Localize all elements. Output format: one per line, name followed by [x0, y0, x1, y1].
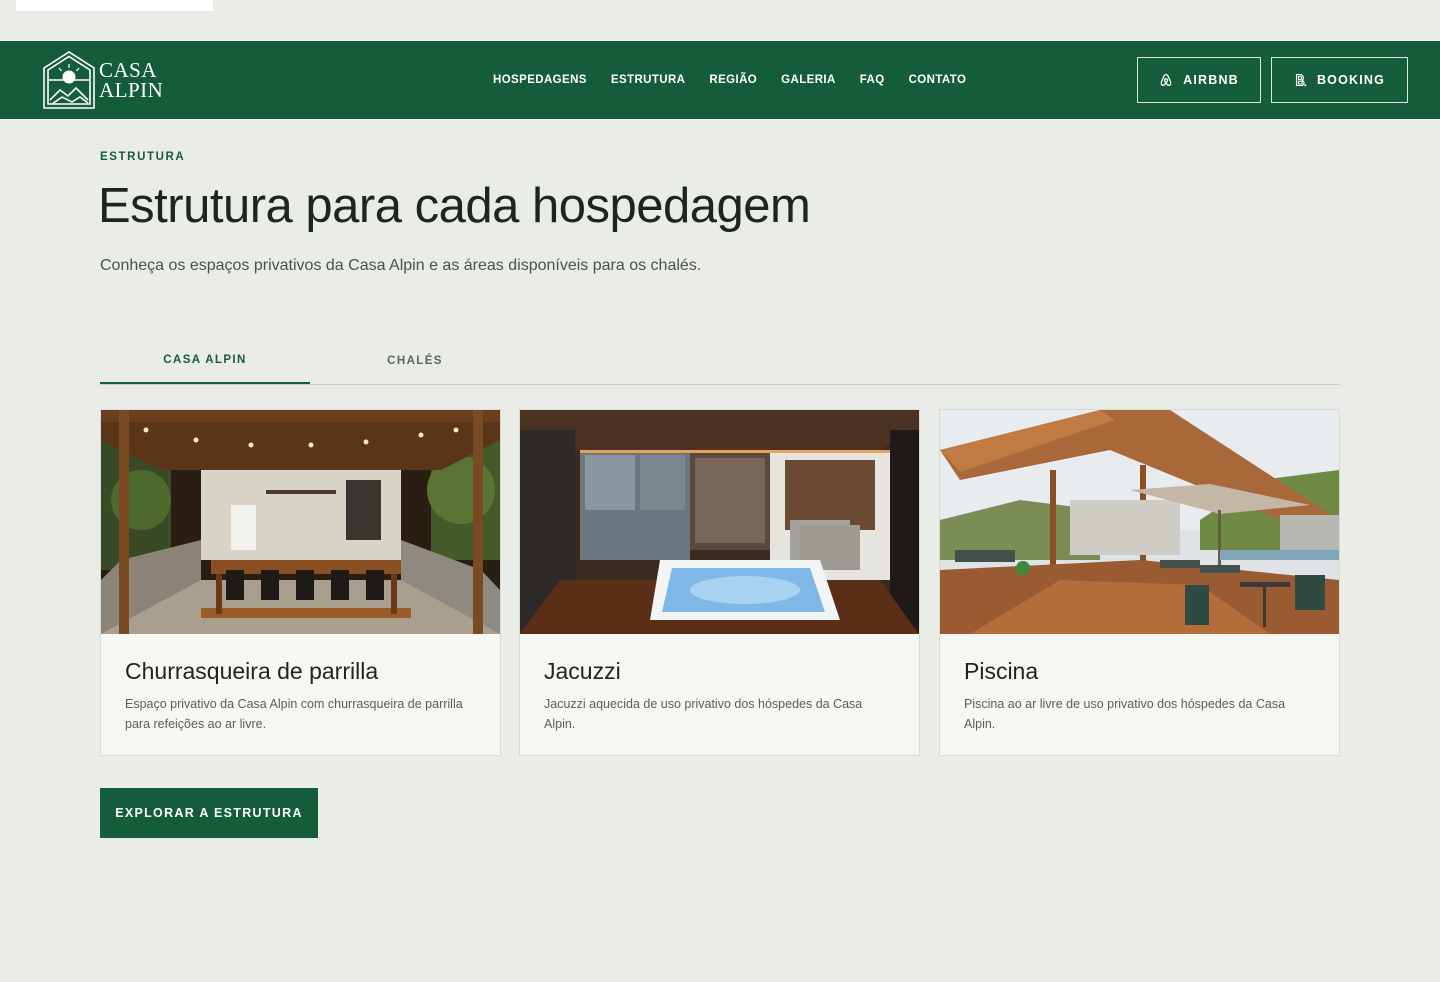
nav-contato[interactable]: CONTATO: [909, 74, 967, 86]
brand-name: CASA ALPIN: [99, 58, 164, 102]
brand-line2: ALPIN: [99, 78, 164, 102]
airbnb-label: AIRBNB: [1183, 73, 1239, 87]
card-churrasqueira[interactable]: Churrasqueira de parrilla Espaço privati…: [100, 409, 501, 756]
nav-hospedagens[interactable]: HOSPEDAGENS: [493, 74, 587, 86]
card-piscina[interactable]: Piscina Piscina ao ar livre de uso priva…: [939, 409, 1340, 756]
card-description: Piscina ao ar livre de uso privativo dos…: [964, 697, 1286, 731]
top-white-bar: [16, 0, 213, 11]
booking-label: BOOKING: [1316, 73, 1386, 87]
section-eyebrow: ESTRUTURA: [100, 151, 186, 163]
main-nav: HOSPEDAGENS ESTRUTURA REGIÃO GALERIA FAQ…: [493, 41, 966, 119]
booking-icon: [1294, 73, 1307, 87]
nav-estrutura[interactable]: ESTRUTURA: [611, 74, 686, 86]
nav-faq[interactable]: FAQ: [860, 74, 885, 86]
card-title: Churrasqueira de parrilla: [125, 658, 379, 684]
card-jacuzzi[interactable]: Jacuzzi Jacuzzi aquecida de uso privativ…: [519, 409, 920, 756]
tab-chales[interactable]: CHALÉS: [310, 337, 520, 384]
casa-alpin-logo-icon: [43, 51, 95, 109]
nav-regiao[interactable]: REGIÃO: [709, 74, 757, 86]
tab-bar: CASA ALPIN CHALÉS: [100, 337, 1340, 385]
airbnb-button[interactable]: AIRBNB: [1137, 57, 1261, 103]
booking-button[interactable]: BOOKING: [1271, 57, 1408, 103]
card-description: Jacuzzi aquecida de uso privativo dos hó…: [544, 697, 863, 731]
piscina-photo: [940, 410, 1339, 634]
section-subtitle: Conheça os espaços privativos da Casa Al…: [100, 257, 702, 274]
nav-galeria[interactable]: GALERIA: [781, 74, 836, 86]
churrasqueira-photo: [101, 410, 500, 634]
explore-structure-button[interactable]: EXPLORAR A ESTRUTURA: [100, 788, 318, 838]
card-title: Jacuzzi: [544, 658, 621, 684]
brand-line1: CASA: [99, 58, 158, 82]
card-title: Piscina: [964, 658, 1039, 684]
brand-logo[interactable]: CASA ALPIN: [42, 50, 163, 110]
tab-casa-alpin[interactable]: CASA ALPIN: [100, 337, 310, 384]
site-header: CASA ALPIN HOSPEDAGENS ESTRUTURA REGIÃO …: [0, 41, 1440, 119]
airbnb-icon: [1159, 73, 1173, 87]
section-title: Estrutura para cada hospedagem: [98, 179, 811, 233]
card-description: Espaço privativo da Casa Alpin com churr…: [125, 697, 463, 731]
jacuzzi-photo: [520, 410, 919, 634]
